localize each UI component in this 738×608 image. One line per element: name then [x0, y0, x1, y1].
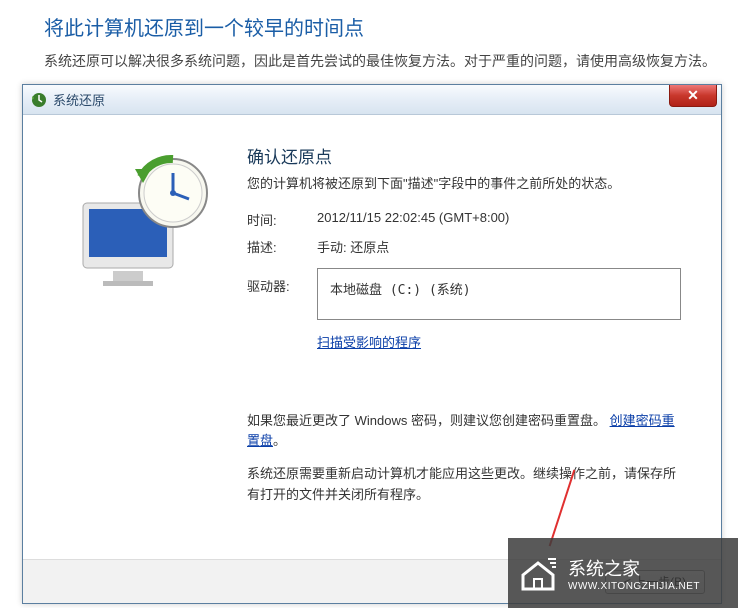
restart-note: 系统还原需要重新启动计算机才能应用这些更改。继续操作之前，请保存所有打开的文件并…: [247, 464, 681, 506]
scan-affected-programs-link[interactable]: 扫描受影响的程序: [317, 335, 421, 350]
close-button[interactable]: ✕: [669, 85, 717, 107]
time-value: 2012/11/15 22:02:45 (GMT+8:00): [317, 210, 681, 229]
password-note-suffix: 。: [273, 433, 286, 448]
watermark-name: 系统之家: [568, 555, 700, 581]
dialog-body: 确认还原点 您的计算机将被还原到下面"描述"字段中的事件之前所处的状态。 时间:…: [23, 115, 721, 559]
system-restore-dialog: 系统还原 ✕ 确认还原点 您的计算机将被还: [22, 84, 722, 604]
restore-illustration: [63, 143, 223, 539]
drives-listbox[interactable]: 本地磁盘 (C:) (系统): [317, 268, 681, 320]
password-note-text: 如果您最近更改了 Windows 密码，则建议您创建密码重置盘。: [247, 413, 606, 428]
watermark-url: WWW.XITONGZHIJIA.NET: [568, 581, 700, 592]
description-label: 描述:: [247, 237, 317, 256]
watermark: 系统之家 WWW.XITONGZHIJIA.NET: [508, 538, 738, 608]
confirm-title: 确认还原点: [247, 143, 681, 168]
watermark-logo-icon: [518, 553, 558, 593]
content-column: 确认还原点 您的计算机将被还原到下面"描述"字段中的事件之前所处的状态。 时间:…: [247, 143, 681, 539]
titlebar-text: 系统还原: [53, 90, 105, 109]
titlebar: 系统还原 ✕: [23, 85, 721, 115]
time-label: 时间:: [247, 210, 317, 229]
password-note: 如果您最近更改了 Windows 密码，则建议您创建密码重置盘。 创建密码重置盘…: [247, 411, 681, 453]
page-heading: 将此计算机还原到一个较早的时间点: [0, 0, 738, 51]
confirm-description: 您的计算机将被还原到下面"描述"字段中的事件之前所处的状态。: [247, 174, 681, 194]
drives-label: 驱动器:: [247, 268, 317, 320]
description-value: 手动: 还原点: [317, 237, 681, 256]
restore-icon: [31, 92, 47, 108]
